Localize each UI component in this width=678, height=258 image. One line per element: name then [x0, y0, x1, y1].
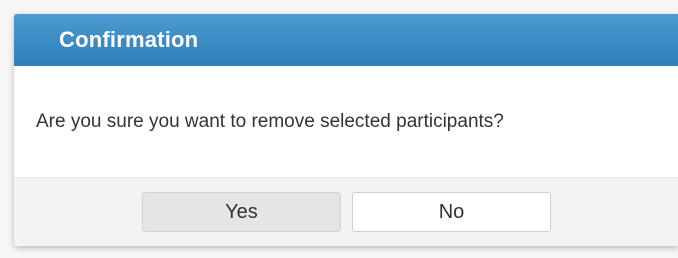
no-button[interactable]: No: [352, 192, 551, 232]
dialog-titlebar: Confirmation: [14, 14, 678, 66]
dialog-footer: Yes No: [14, 177, 678, 246]
dialog-message: Are you sure you want to remove selected…: [36, 110, 504, 132]
dialog-content: Are you sure you want to remove selected…: [14, 66, 678, 177]
dialog-title: Confirmation: [59, 27, 199, 52]
confirmation-dialog: Confirmation Are you sure you want to re…: [14, 14, 678, 246]
yes-button[interactable]: Yes: [142, 192, 341, 232]
